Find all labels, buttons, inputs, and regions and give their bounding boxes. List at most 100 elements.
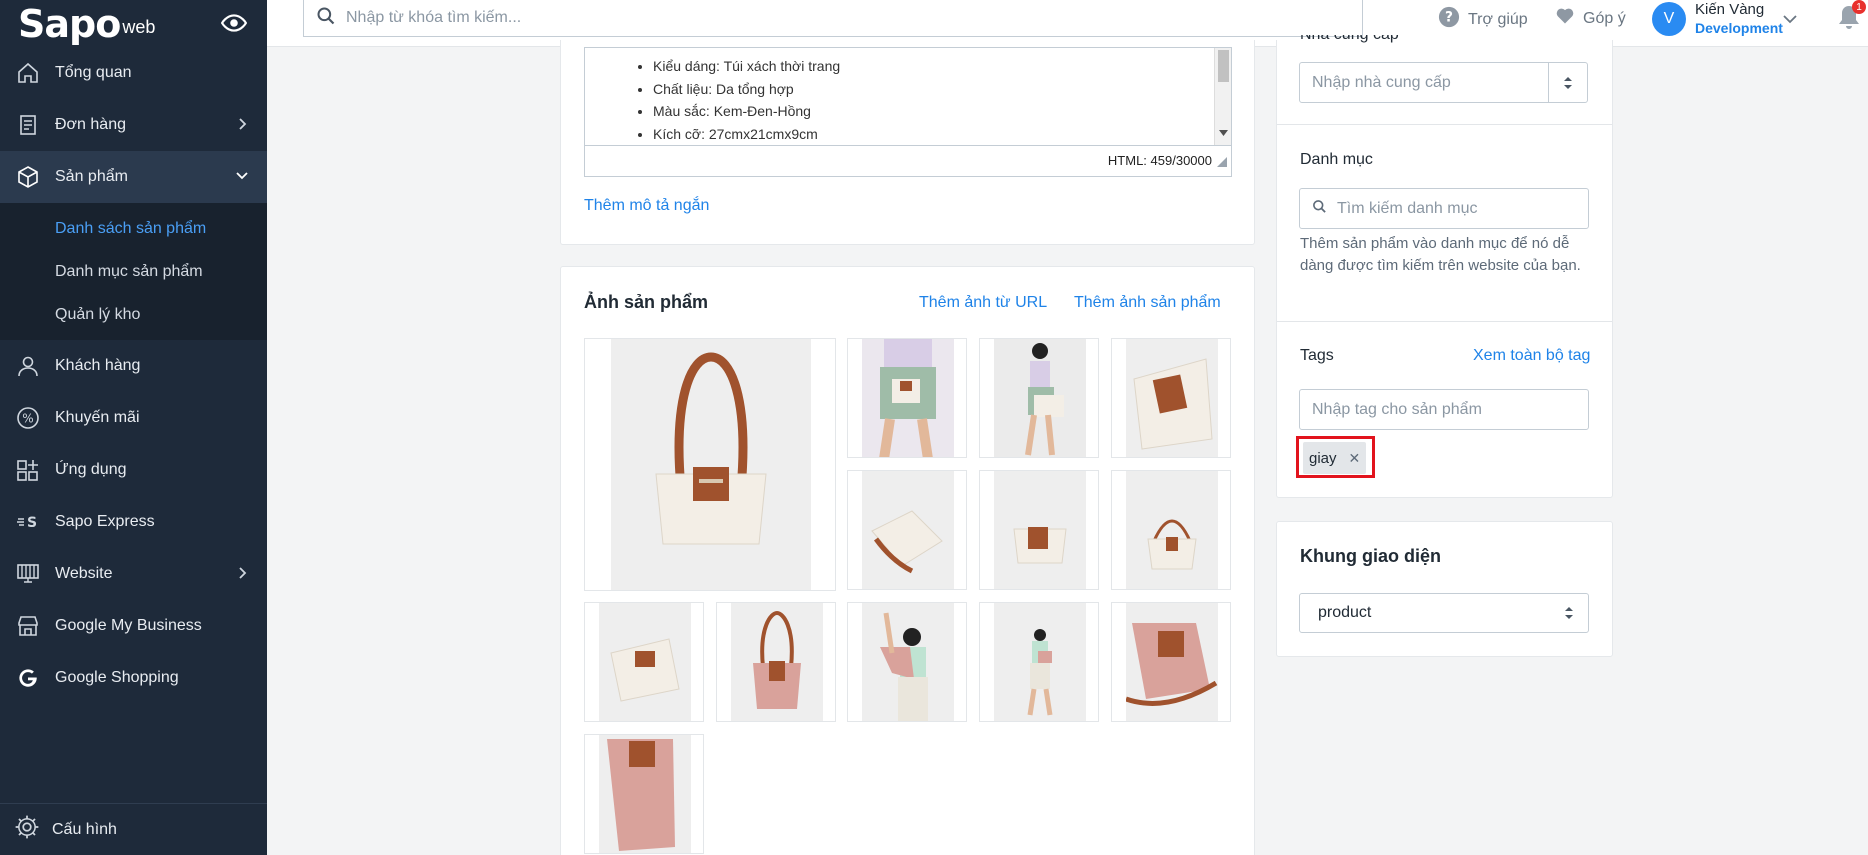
sidebar-item-apps[interactable]: Ứng dụng bbox=[0, 444, 267, 496]
add-short-description-link[interactable]: Thêm mô tả ngắn bbox=[584, 197, 709, 215]
bell-icon bbox=[1837, 6, 1861, 36]
sidebar-item-label: Khách hàng bbox=[55, 357, 141, 374]
svg-text:S: S bbox=[27, 515, 37, 531]
question-icon: ? bbox=[1438, 6, 1460, 33]
avatar[interactable]: V bbox=[1652, 2, 1686, 36]
bag-photo bbox=[1126, 623, 1218, 706]
divider bbox=[1277, 321, 1612, 322]
editor-scrollbar[interactable] bbox=[1214, 48, 1231, 145]
select-arrows-icon bbox=[1564, 606, 1574, 625]
sidebar-item-label: Đơn hàng bbox=[55, 116, 126, 133]
category-help-text: Thêm sản phẩm vào danh mục để nó dễ dàng… bbox=[1300, 235, 1581, 274]
percent-icon: % bbox=[16, 406, 40, 430]
bag-photo bbox=[753, 610, 801, 709]
scroll-down-icon[interactable] bbox=[1219, 123, 1228, 141]
search-icon bbox=[316, 6, 336, 31]
help-link[interactable]: ? Trợ giúp bbox=[1438, 6, 1528, 33]
sidebar-item-overview[interactable]: Tổng quan bbox=[0, 47, 267, 99]
box-icon bbox=[16, 165, 40, 189]
chevron-down-icon[interactable] bbox=[1782, 12, 1798, 30]
product-image-thumbnail[interactable] bbox=[979, 602, 1099, 722]
product-image-thumbnail[interactable] bbox=[847, 602, 967, 722]
product-image-thumbnail[interactable] bbox=[979, 470, 1099, 590]
view-all-tags-link[interactable]: Xem toàn bộ tag bbox=[1473, 347, 1590, 365]
search-icon bbox=[1312, 199, 1327, 219]
product-image-thumbnail[interactable] bbox=[979, 338, 1099, 458]
bag-photo bbox=[607, 739, 675, 851]
sapo-logo[interactable]: Sapo web bbox=[0, 0, 267, 47]
divider bbox=[1277, 124, 1612, 125]
sidebar-item-customers[interactable]: Khách hàng bbox=[0, 340, 267, 392]
add-image-from-url-link[interactable]: Thêm ảnh từ URL bbox=[919, 294, 1047, 312]
product-image-thumbnail[interactable] bbox=[716, 602, 836, 722]
apps-icon bbox=[16, 458, 40, 482]
select-arrows-icon[interactable] bbox=[1548, 63, 1587, 102]
highlight-box bbox=[1296, 436, 1375, 478]
products-submenu: Danh sách sản phẩm Danh mục sản phẩm Quả… bbox=[0, 203, 267, 340]
svg-text:?: ? bbox=[1445, 10, 1453, 26]
description-bullet: Màu sắc: Kem-Đen-Hồng bbox=[653, 100, 1231, 123]
tags-label: Tags bbox=[1300, 347, 1334, 364]
bag-photo bbox=[610, 638, 680, 702]
tags-input[interactable]: Nhập tag cho sản phẩm bbox=[1299, 389, 1589, 430]
sidebar-item-label: Khuyến mãi bbox=[55, 409, 140, 426]
store-name[interactable]: Development bbox=[1695, 20, 1783, 36]
template-value: product bbox=[1318, 604, 1372, 621]
chevron-right-icon bbox=[237, 566, 249, 585]
product-image-thumbnail[interactable] bbox=[584, 734, 704, 854]
sidebar-item-settings[interactable]: Cấu hình bbox=[0, 803, 267, 855]
sidebar-item-label: Tổng quan bbox=[55, 64, 132, 81]
product-image-thumbnail[interactable] bbox=[1111, 602, 1231, 722]
sidebar-subitem-product-list[interactable]: Danh sách sản phẩm bbox=[0, 207, 267, 250]
sidebar-item-google-my-business[interactable]: Google My Business bbox=[0, 600, 267, 652]
sidebar-settings-label: Cấu hình bbox=[52, 820, 117, 838]
product-image-thumbnail[interactable] bbox=[847, 470, 967, 590]
sidebar-subitem-categories[interactable]: Danh mục sản phẩm bbox=[0, 250, 267, 293]
logo-suffix: web bbox=[122, 17, 156, 37]
sidebar-item-label: Website bbox=[55, 565, 113, 582]
category-search-input[interactable]: Tìm kiếm danh mục bbox=[1299, 188, 1589, 229]
search-input[interactable]: Nhập từ khóa tìm kiếm... bbox=[303, 0, 1363, 37]
product-image-thumbnail[interactable] bbox=[847, 338, 967, 458]
sidebar-item-label: Sản phẩm bbox=[55, 168, 128, 185]
sidebar-item-google-shopping[interactable]: Google Shopping bbox=[0, 652, 267, 704]
product-image-thumbnail[interactable] bbox=[1111, 338, 1231, 458]
sidebar-item-orders[interactable]: Đơn hàng bbox=[0, 99, 267, 151]
add-product-image-link[interactable]: Thêm ảnh sản phẩm bbox=[1074, 294, 1221, 312]
sidebar-item-sapo-express[interactable]: S Sapo Express bbox=[0, 496, 267, 548]
store-icon bbox=[16, 562, 40, 586]
product-images-title: Ảnh sản phẩm bbox=[584, 292, 709, 312]
model-photo bbox=[1027, 629, 1053, 716]
sidebar-item-label: Google Shopping bbox=[55, 669, 179, 686]
template-select[interactable]: product bbox=[1299, 593, 1589, 633]
tags-placeholder: Nhập tag cho sản phẩm bbox=[1312, 400, 1482, 418]
notification-bell[interactable]: 1 bbox=[1837, 0, 1866, 37]
sidebar-item-website[interactable]: Website bbox=[0, 548, 267, 600]
sidebar-item-promotions[interactable]: % Khuyến mãi bbox=[0, 392, 267, 444]
supplier-select[interactable]: Nhập nhà cung cấp bbox=[1299, 62, 1588, 103]
supplier-label: Nhà cung cấp bbox=[1300, 35, 1399, 45]
heart-icon bbox=[1555, 6, 1575, 31]
product-image-thumbnail[interactable] bbox=[1111, 470, 1231, 590]
scrollbar-thumb[interactable] bbox=[1218, 50, 1229, 82]
product-image-thumbnail[interactable] bbox=[584, 602, 704, 722]
description-bullet: Kích cỡ: 27cmx21cmx9cm bbox=[653, 123, 1231, 146]
category-placeholder: Tìm kiếm danh mục bbox=[1337, 199, 1478, 217]
resize-handle-icon[interactable] bbox=[1217, 154, 1227, 172]
chevron-right-icon bbox=[237, 117, 249, 136]
product-image-main[interactable] bbox=[584, 338, 836, 591]
user-name[interactable]: Kiến Vàng bbox=[1695, 1, 1764, 18]
search-placeholder: Nhập từ khóa tìm kiếm... bbox=[346, 9, 522, 26]
description-bullet-list: Kiểu dáng: Túi xách thời trang Chất liệu… bbox=[653, 55, 1231, 145]
bag-photo bbox=[1133, 358, 1213, 450]
bag-photo bbox=[655, 352, 767, 545]
description-bullet: Chất liệu: Da tổng hợp bbox=[653, 78, 1231, 101]
sidebar-subitem-inventory[interactable]: Quản lý kho bbox=[0, 293, 267, 336]
description-editor[interactable]: Kiểu dáng: Túi xách thời trang Chất liệu… bbox=[584, 47, 1232, 177]
shop-front-icon bbox=[16, 614, 40, 638]
order-icon bbox=[16, 113, 40, 137]
feedback-link[interactable]: Góp ý bbox=[1555, 6, 1626, 31]
sidebar-item-products[interactable]: Sản phẩm bbox=[0, 151, 267, 203]
eye-icon[interactable] bbox=[220, 10, 248, 41]
model-photo bbox=[879, 339, 936, 457]
